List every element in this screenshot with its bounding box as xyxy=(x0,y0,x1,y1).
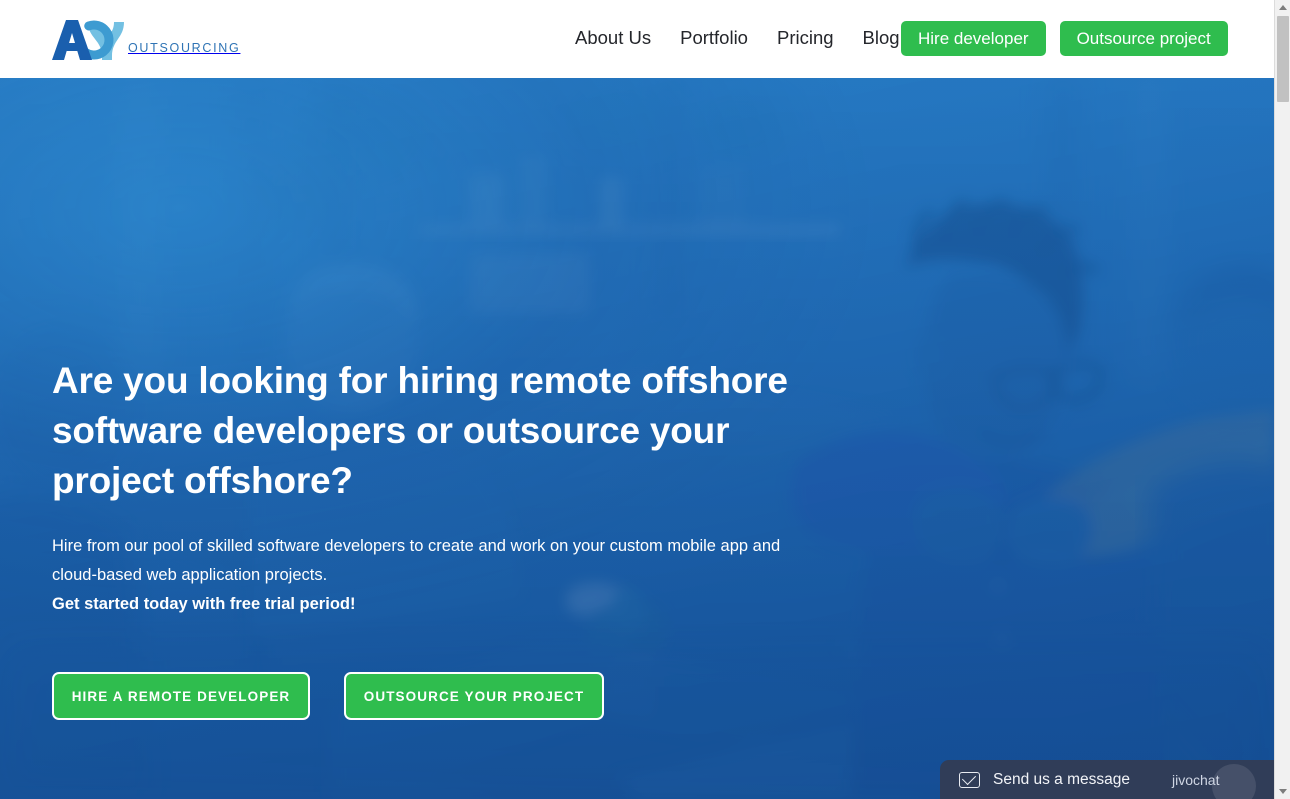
envelope-icon xyxy=(959,771,980,788)
nav-item-about-us[interactable]: About Us xyxy=(575,27,651,49)
page-scrollbar[interactable] xyxy=(1274,0,1290,799)
nav-item-blog[interactable]: Blog xyxy=(863,27,900,49)
nav-item-pricing[interactable]: Pricing xyxy=(777,27,834,49)
browser-viewport: OUTSOURCING About Us Portfolio Pricing B… xyxy=(0,0,1290,799)
hero-heading: Are you looking for hiring remote offsho… xyxy=(52,360,788,501)
hero-section: Are you looking for hiring remote offsho… xyxy=(0,78,1274,799)
logo-wordmark: OUTSOURCING xyxy=(128,41,241,55)
hero-subtitle: Hire from our pool of skilled software d… xyxy=(52,532,812,619)
hero-cta-group: HIRE A REMOTE DEVELOPER OUTSOURCE YOUR P… xyxy=(52,672,872,720)
outsource-project-button[interactable]: Outsource project xyxy=(1059,21,1228,56)
logo-mark-icon xyxy=(52,20,124,60)
site-header: OUTSOURCING About Us Portfolio Pricing B… xyxy=(0,0,1274,78)
hero-subtitle-emphasis: Get started today with free trial period… xyxy=(52,595,356,613)
chat-widget-label: Send us a message xyxy=(993,770,1131,788)
scrollbar-thumb[interactable] xyxy=(1277,16,1289,102)
jivochat-widget[interactable]: Send us a message jivochat xyxy=(940,760,1274,799)
hire-remote-developer-button[interactable]: HIRE A REMOTE DEVELOPER xyxy=(52,672,310,720)
hero-content: Are you looking for hiring remote offsho… xyxy=(52,356,872,720)
hire-developer-button[interactable]: Hire developer xyxy=(901,21,1046,56)
web-page: OUTSOURCING About Us Portfolio Pricing B… xyxy=(0,0,1274,799)
main-navigation: About Us Portfolio Pricing Blog xyxy=(575,27,900,49)
nav-item-portfolio[interactable]: Portfolio xyxy=(680,27,748,49)
site-logo[interactable]: OUTSOURCING xyxy=(50,14,240,62)
chat-widget-brand: jivochat xyxy=(1172,771,1220,788)
header-action-buttons: Hire developer Outsource project xyxy=(901,21,1228,56)
scroll-up-arrow-icon[interactable] xyxy=(1275,0,1290,15)
outsource-your-project-button[interactable]: OUTSOURCE YOUR PROJECT xyxy=(344,672,604,720)
hero-subtitle-text: Hire from our pool of skilled software d… xyxy=(52,537,781,584)
scroll-down-arrow-icon[interactable] xyxy=(1275,784,1290,799)
